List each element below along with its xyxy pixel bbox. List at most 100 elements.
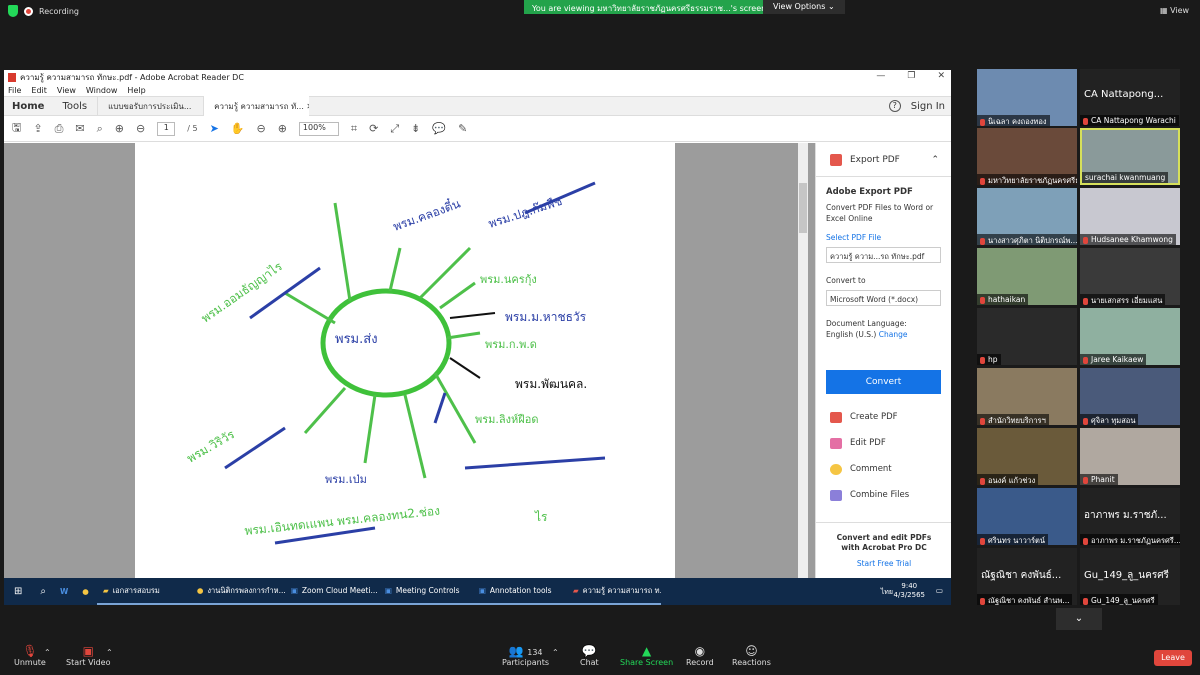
zoom-select[interactable]: 100%	[298, 121, 339, 136]
rotate-icon[interactable]: ⟳	[369, 122, 378, 135]
participant-tile[interactable]: ศุจิลา ทุมสอน	[1080, 368, 1180, 425]
share-screen-button[interactable]: ▲ Share Screen	[620, 644, 673, 667]
participant-tile[interactable]: นางสาวศุภิตา นิติปกรณ์พ...	[977, 188, 1077, 245]
close-icon[interactable]: ✕	[937, 71, 945, 81]
record-button[interactable]: ◉ Record	[686, 644, 714, 667]
close-icon[interactable]: ✕	[304, 102, 309, 111]
taskbar-item[interactable]: ▰ เอกสารสอบรม	[96, 578, 191, 605]
change-language-link[interactable]: Change	[879, 330, 908, 339]
convert-to-select[interactable]: Microsoft Word (*.docx)	[826, 290, 941, 306]
search-icon[interactable]: ⌕	[97, 122, 103, 136]
menu-window[interactable]: Window	[86, 86, 118, 95]
tab-home[interactable]: Home	[4, 101, 52, 112]
taskbar-item[interactable]: ▰ ความรู้ ความสามารถ ท...	[566, 578, 661, 605]
notification-icon[interactable]: ▭	[936, 586, 943, 595]
selected-file-field[interactable]: ความรู้ ความ...รถ ทักษะ.pdf	[826, 247, 941, 263]
tab-tools[interactable]: Tools	[52, 101, 97, 112]
word-icon[interactable]: W	[54, 587, 74, 596]
prev-page-icon[interactable]: ⊕	[115, 122, 124, 135]
participant-tile[interactable]: hp	[977, 308, 1077, 365]
participant-tile[interactable]: hathaikan	[977, 248, 1077, 305]
handwritten-mindmap: พรม.ส่ง พรม.คลองตี๋น พรม.ปฎ.ก๊มพืช พรม.อ…	[185, 181, 606, 545]
document-viewport[interactable]: พรม.ส่ง พรม.คลองตี๋น พรม.ปฎ.ก๊มพืช พรม.อ…	[4, 143, 815, 578]
participant-tile[interactable]: สำนักวิทยบริการฯ	[977, 368, 1077, 425]
audio-options-chevron[interactable]: ⌃	[44, 648, 51, 657]
participant-tile[interactable]: Jaree Kaikaew	[1080, 308, 1180, 365]
participant-tile[interactable]: Phanit	[1080, 428, 1180, 485]
menu-view[interactable]: View	[57, 86, 76, 95]
taskbar-clock[interactable]: 9:40 4/3/2565	[894, 582, 925, 600]
participant-tile[interactable]: ศรินทร นาวาร์ตน์	[977, 488, 1077, 545]
unmute-button[interactable]: 🎙 Unmute	[14, 644, 46, 667]
create-pdf-tool[interactable]: Create PDF	[816, 404, 951, 430]
windows-start-icon[interactable]: ⊞	[4, 586, 32, 597]
participant-tile[interactable]: CA Nattapong... CA Nattapong Warachi	[1080, 69, 1180, 126]
menu-edit[interactable]: Edit	[31, 86, 47, 95]
participant-tile[interactable]: Hudsanee Khamwong	[1080, 188, 1180, 245]
pen-icon[interactable]: ✎	[458, 122, 467, 135]
view-options-button[interactable]: View Options ⌄	[763, 0, 845, 14]
select-cursor-icon[interactable]: ➤	[210, 122, 219, 135]
convert-button[interactable]: Convert	[826, 370, 941, 394]
participants-button[interactable]: 👥 134 Participants	[502, 644, 549, 667]
upload-icon[interactable]: ⇪	[33, 122, 42, 135]
minimize-icon[interactable]: —	[876, 71, 885, 81]
export-pdf-header[interactable]: Export PDF ⌃	[816, 143, 951, 177]
select-pdf-file-link[interactable]: Select PDF File	[826, 232, 941, 243]
taskbar-item[interactable]: ▣ Meeting Controls	[378, 578, 473, 605]
mail-icon[interactable]: ✉	[75, 122, 84, 135]
chat-button[interactable]: 💬 Chat	[580, 644, 599, 667]
muted-mic-icon	[980, 118, 985, 126]
participant-tile[interactable]: มหาวิทยาลัยราชภัฏนครศรีธ...	[977, 128, 1077, 185]
crop-icon[interactable]: ⌗	[351, 122, 357, 136]
taskbar-item[interactable]: ● งานนิติกรพลงการกำห...	[190, 578, 285, 605]
participant-tile[interactable]: อาภาพร ม.ราชภั... อาภาพร ม.ราชภัฏนครศรี..…	[1080, 488, 1180, 545]
document-scrollbar[interactable]	[798, 143, 808, 578]
comment-icon[interactable]: 💬	[432, 122, 446, 135]
view-button[interactable]: ▦ View	[1160, 6, 1189, 15]
start-video-button[interactable]: ▣ Start Video	[66, 644, 111, 667]
edit-pdf-tool[interactable]: Edit PDF	[816, 430, 951, 456]
hand-icon[interactable]: ✋	[231, 122, 245, 135]
restore-icon[interactable]: ❐	[907, 71, 915, 81]
comment-tool[interactable]: Comment	[816, 456, 951, 482]
search-icon[interactable]: ⌕	[32, 586, 54, 597]
muted-mic-icon	[980, 477, 985, 485]
doc-tab-2[interactable]: ความรู้ ความสามารถ ทั... ✕	[203, 96, 310, 116]
save-icon[interactable]: 🖫	[12, 119, 21, 138]
menu-help[interactable]: Help	[127, 86, 145, 95]
participant-tile[interactable]: Gu_149_ลู_นครศรี Gu_149_ลู_นครศรี	[1080, 548, 1180, 605]
print-icon[interactable]: ⎙	[55, 122, 64, 136]
participant-tile[interactable]: ณัฐณิชา คงพันธ์... ณัฐณิชา คงพันธ์ สำนพ..…	[977, 548, 1077, 605]
zoom-in-icon[interactable]: ⊕	[278, 122, 287, 135]
taskbar-item[interactable]: ▣ Zoom Cloud Meeti...	[284, 578, 379, 605]
gallery-next-button[interactable]: ⌄	[1056, 608, 1102, 630]
page-number-input[interactable]: 1	[157, 121, 176, 136]
scroll-mode-icon[interactable]: ⇟	[411, 122, 420, 135]
zoom-out-icon[interactable]: ⊖	[256, 122, 265, 135]
reactions-button[interactable]: ☺ Reactions	[732, 644, 771, 667]
sign-in-link[interactable]: Sign In	[911, 101, 945, 112]
participant-tile-active-speaker[interactable]: surachai kwanmuang	[1080, 128, 1180, 185]
chevron-up-icon[interactable]: ⌃	[931, 155, 939, 165]
participant-tile[interactable]: อนงค์ แก้วช่วง	[977, 428, 1077, 485]
next-page-icon[interactable]: ⊖	[136, 122, 145, 135]
combine-files-tool[interactable]: Combine Files	[816, 482, 951, 508]
participant-tile[interactable]: นิเฉลา คงถองทอง	[977, 69, 1077, 126]
video-options-chevron[interactable]: ⌃	[106, 648, 113, 657]
participant-tile[interactable]: นายเสกสรร เอี่ยมแสน	[1080, 248, 1180, 305]
participants-chevron[interactable]: ⌃	[552, 648, 559, 657]
muted-mic-icon	[1083, 537, 1088, 545]
menu-file[interactable]: File	[8, 86, 21, 95]
start-free-trial-link[interactable]: Start Free Trial	[816, 559, 951, 569]
mindmap-node: พรม.คลองตี๋น	[390, 194, 462, 234]
scrollbar-thumb[interactable]	[799, 183, 807, 233]
windows-taskbar: ⊞ ⌕ W ● ▰ เอกสารสอบรม ● งานนิติกรพลงการกำห…	[4, 578, 951, 605]
help-icon[interactable]: ?	[888, 100, 901, 112]
fit-page-icon[interactable]: ⤢	[390, 122, 399, 136]
language-indicator[interactable]: ไทย	[881, 587, 893, 598]
chrome-icon[interactable]: ●	[74, 587, 97, 596]
leave-button[interactable]: Leave	[1154, 650, 1192, 666]
doc-tab-1[interactable]: แบบขอรับการประเมิน...	[97, 96, 203, 116]
taskbar-item[interactable]: ▣ Annotation tools	[472, 578, 567, 605]
